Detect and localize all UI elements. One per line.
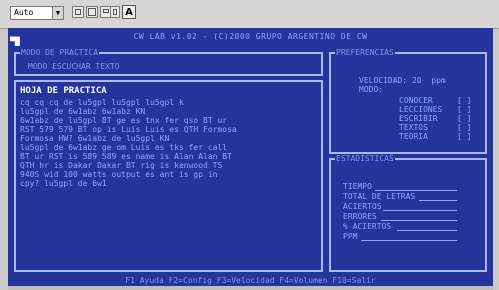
estadisticas-title: ESTADISTICAS	[335, 154, 395, 163]
stat-value-line	[419, 200, 457, 201]
stat-aciertos: ACIERTOS	[343, 202, 382, 211]
hoja-panel: HOJA DE PRACTICA cq cq cq de lu5gpl lu5g…	[14, 80, 323, 272]
zoom-select[interactable]: Auto ▼	[10, 6, 64, 20]
hoja-line: cpy? lu5gpl de 6w1	[20, 179, 107, 188]
mode-option-textos[interactable]: TEXTOS	[399, 123, 428, 132]
hoja-line: BT ur RST is 589 589 es name is Alan Ala…	[20, 152, 232, 161]
hoja-line: QTH hr is Dakar Dakar BT rig is kenwood …	[20, 161, 223, 170]
preferencias-panel: PREFERENCIAS VELOCIDAD: 20 ppm MODO: CON…	[329, 48, 487, 154]
app-title: CW LAB v1.02 - (C)2000 GRUPO ARGENTINO D…	[133, 32, 368, 41]
modo-panel: MODO DE PRACTICA MODO ESCUCHAR TEXTO	[14, 48, 323, 76]
mode-checkbox[interactable]: [ ]	[457, 105, 471, 114]
stat-errores: ERRORES	[343, 212, 377, 221]
stat-value-line	[375, 190, 457, 191]
stat-value-line	[397, 230, 457, 231]
estadisticas-panel: ESTADISTICAS TIEMPO TOTAL DE LETRAS ACIE…	[329, 154, 487, 272]
mode-option-escribir[interactable]: ESCRIBIR	[399, 114, 438, 123]
hoja-line: 6w1abz de lu5gpl BT ge es tnx fer qso BT…	[20, 116, 228, 125]
stat-tiempo: TIEMPO	[343, 182, 372, 191]
zoom-select-value: Auto	[14, 8, 34, 17]
mode-checkbox[interactable]: [ ]	[457, 96, 471, 105]
mode-option-conocer[interactable]: CONOCER	[399, 96, 433, 105]
mode-option-lecciones[interactable]: LECCIONES	[399, 105, 442, 114]
hoja-line: RST 579 579 BT op is Luis Luis es QTH Fo…	[20, 125, 237, 134]
stat-value-line	[383, 210, 457, 211]
stat-total-letras: TOTAL DE LETRAS	[343, 192, 416, 201]
mode-checkbox[interactable]: [ ]	[457, 114, 471, 123]
hoja-line: lu5gpl de 6w1abz ge om Luis es tks fer c…	[20, 143, 228, 152]
app-logo-icon: ▀█	[10, 37, 20, 46]
modo-label: MODO:	[359, 85, 384, 94]
window-bottom-border	[8, 286, 493, 290]
chevron-down-icon[interactable]: ▼	[52, 7, 63, 19]
mode-checkbox[interactable]: [ ]	[457, 132, 471, 141]
hoja-line: cq cq cq de lu5gpl lu5gpl lu5gpl k	[20, 98, 184, 107]
dos-window-toolbar: Auto ▼ A	[0, 0, 499, 29]
fullscreen-icon[interactable]	[86, 6, 98, 18]
velocidad-label[interactable]: VELOCIDAD: 20 ppm	[359, 76, 446, 85]
modo-panel-title: MODO DE PRACTICA	[20, 48, 100, 57]
hoja-title: HOJA DE PRACTICA	[20, 86, 107, 96]
properties-icon[interactable]	[110, 6, 120, 18]
hoja-line: 940S wid 100 watts output es ant is gp i…	[20, 170, 218, 179]
mode-option-teoria[interactable]: TEORIA	[399, 132, 428, 141]
stat-ppm: PPM	[343, 232, 358, 241]
preferencias-title: PREFERENCIAS	[335, 48, 395, 57]
stat-porcentaje-aciertos: % ACIERTOS	[343, 222, 392, 231]
stat-value-line	[381, 220, 457, 221]
stat-value-line	[361, 240, 457, 241]
hoja-line: lu5gpl de 6w1abz 6w1abz KN	[20, 107, 146, 116]
modo-value[interactable]: MODO ESCUCHAR TEXTO	[28, 62, 120, 71]
font-button[interactable]: A	[122, 5, 136, 19]
mode-checkbox[interactable]: [ ]	[457, 123, 471, 132]
hoja-line: Formosa HW? 6w1abz de lu5gpl KN	[20, 134, 170, 143]
copy-icon[interactable]	[72, 6, 84, 18]
function-key-bar: F1 Ayuda F2=Config F3=Velocidad F4=Volum…	[125, 276, 376, 285]
dos-screen: CW LAB v1.02 - (C)2000 GRUPO ARGENTINO D…	[8, 28, 493, 286]
